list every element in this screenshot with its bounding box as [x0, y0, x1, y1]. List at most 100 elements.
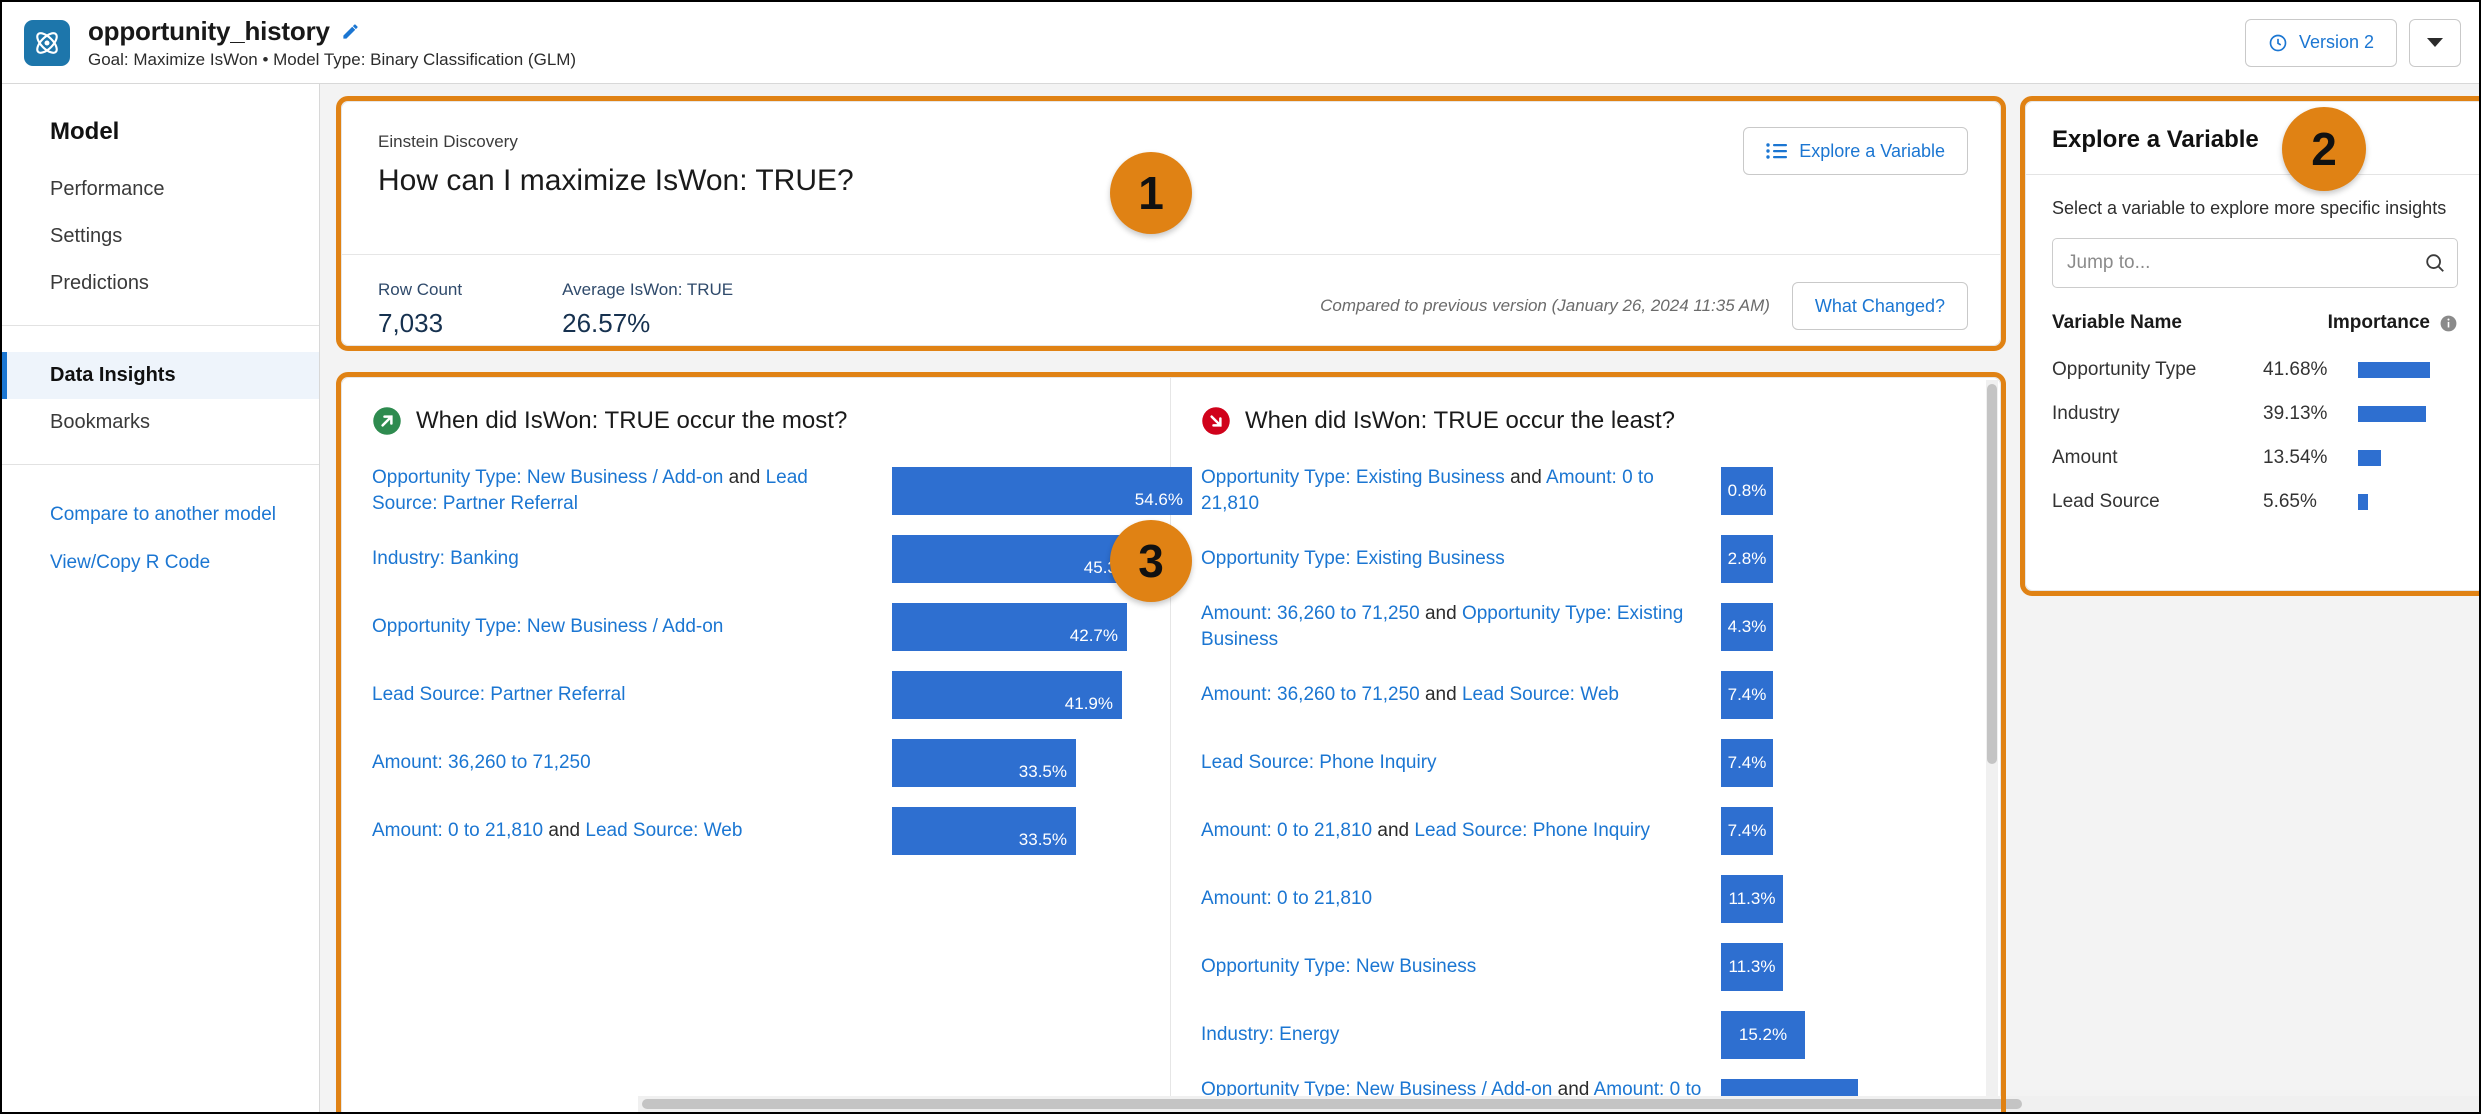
main-content: Einstein Discovery How can I maximize Is… — [320, 84, 2479, 1112]
insight-link[interactable]: Lead Source: Web — [585, 820, 742, 841]
variable-bar-zone — [2358, 450, 2458, 467]
sidebar-item-predictions[interactable]: Predictions — [2, 260, 319, 307]
sidebar-group-insights: Data Insights Bookmarks — [2, 326, 319, 465]
insight-label: Opportunity Type: New Business — [1201, 954, 1721, 980]
insight-conjunction: and — [1419, 683, 1462, 705]
insight-row[interactable]: Opportunity Type: New Business / Add-on 4… — [372, 594, 1140, 660]
search-icon[interactable] — [2424, 252, 2446, 274]
insight-link[interactable]: Amount: 0 to 21,810 — [372, 820, 543, 841]
insight-conjunction: and — [723, 466, 766, 488]
panel-scrollbar[interactable] — [1986, 380, 1998, 1112]
summary-stats: Row Count 7,033 Average IsWon: TRUE 26.5… — [378, 280, 733, 339]
explore-a-variable-button[interactable]: Explore a Variable — [1743, 127, 1968, 175]
sidebar-item-data-insights[interactable]: Data Insights — [2, 352, 319, 399]
insight-row[interactable]: Amount: 0 to 21,810 and Lead Source: Pho… — [1201, 798, 1970, 864]
insight-row[interactable]: Amount: 36,260 to 71,250 and Lead Source… — [1201, 662, 1970, 728]
insight-bar-zone: 11.3% — [1721, 939, 1970, 995]
arrow-up-right-circle-icon — [372, 406, 402, 436]
insight-link[interactable]: Opportunity Type: New Business / Add-on — [372, 616, 723, 637]
explore-variable-region: Explore a Variable Select a variable to … — [2020, 96, 2479, 596]
insight-row[interactable]: Opportunity Type: New Business / Add-on … — [372, 458, 1192, 524]
version-button[interactable]: Version 2 — [2244, 18, 2397, 67]
explore-a-variable-label: Explore a Variable — [1799, 140, 1945, 161]
clock-icon — [2268, 33, 2288, 53]
atom-icon — [24, 19, 70, 66]
sidebar-item-settings[interactable]: Settings — [2, 213, 319, 260]
horizontal-scrollbar-thumb[interactable] — [642, 1099, 2022, 1109]
sidebar-item-performance[interactable]: Performance — [2, 166, 319, 213]
insight-link[interactable]: Lead Source: Phone Inquiry — [1201, 752, 1437, 773]
sidebar-link-view-copy-r-code[interactable]: View/Copy R Code — [2, 539, 319, 587]
search-input[interactable] — [2052, 238, 2458, 289]
insight-row[interactable]: Opportunity Type: Existing Business 2.8% — [1201, 526, 1970, 592]
insight-row[interactable]: Amount: 36,260 to 71,250 and Opportunity… — [1201, 594, 1970, 660]
app-window: opportunity_history Goal: Maximize IsWon… — [0, 0, 2481, 1114]
sidebar-item-bookmarks[interactable]: Bookmarks — [2, 399, 319, 446]
insight-bar: 7.4% — [1721, 671, 1773, 719]
insight-link[interactable]: Lead Source: Web — [1462, 684, 1619, 705]
variable-row[interactable]: Lead Source 5.65% — [2026, 480, 2479, 524]
insight-bar-value: 41.9% — [1064, 694, 1113, 713]
insight-link[interactable]: Opportunity Type: New Business / Add-on — [372, 467, 723, 488]
insight-row[interactable]: Lead Source: Phone Inquiry 7.4% — [1201, 730, 1970, 796]
variable-table-header: Variable Name Importance — [2026, 288, 2479, 348]
variable-row[interactable]: Industry 39.13% — [2026, 392, 2479, 436]
info-icon[interactable] — [2439, 314, 2458, 333]
insight-link[interactable]: Industry: Energy — [1201, 1024, 1339, 1045]
stat-average-iswon: Average IsWon: TRUE 26.57% — [562, 280, 733, 339]
panel-scrollbar-thumb[interactable] — [1987, 384, 1997, 764]
insight-row[interactable]: Amount: 0 to 21,810 and Lead Source: Web… — [372, 798, 1140, 864]
insight-bar-value: 7.4% — [1727, 685, 1767, 704]
chevron-down-icon[interactable] — [2409, 18, 2461, 67]
insight-row[interactable]: Lead Source: Partner Referral 41.9% — [372, 662, 1140, 728]
insight-row[interactable]: Opportunity Type: Existing Business and … — [1201, 458, 1970, 524]
insight-link[interactable]: Lead Source: Phone Inquiry — [1414, 820, 1650, 841]
insight-bar: 45.3% — [892, 535, 1141, 583]
insight-list-most: Opportunity Type: New Business / Add-on … — [372, 458, 1192, 864]
horizontal-scrollbar[interactable] — [638, 1096, 2479, 1112]
insight-row[interactable]: Industry: Banking 45.3% — [372, 526, 1141, 592]
stat-row-count-value: 7,033 — [378, 308, 444, 338]
insight-row[interactable]: Amount: 0 to 21,810 11.3% — [1201, 866, 1970, 932]
insight-link[interactable]: Amount: 0 to 21,810 — [1201, 888, 1372, 909]
insight-bar: 42.7% — [892, 603, 1127, 651]
insight-link[interactable]: Amount: 36,260 to 71,250 — [1201, 603, 1420, 624]
pencil-icon[interactable] — [341, 22, 360, 41]
insight-bar-zone: 54.6% — [892, 463, 1192, 519]
variable-bar — [2358, 450, 2381, 467]
variable-bar-zone — [2358, 406, 2458, 423]
insight-row[interactable]: Industry: Energy 15.2% — [1201, 1002, 1970, 1068]
insight-link[interactable]: Industry: Banking — [372, 548, 519, 569]
panel-occur-least: When did IsWon: TRUE occur the least? Op… — [1171, 378, 2000, 1112]
insight-label: Lead Source: Phone Inquiry — [1201, 750, 1721, 776]
variable-row-importance: 13.54% — [2263, 447, 2328, 469]
insight-bar-zone: 0.8% — [1721, 463, 1970, 519]
insight-link[interactable]: Opportunity Type: Existing Business — [1201, 467, 1505, 488]
panel-most-title: When did IsWon: TRUE occur the most? — [416, 407, 848, 434]
insight-bar: 7.4% — [1721, 739, 1773, 787]
what-changed-button[interactable]: What Changed? — [1791, 282, 1968, 330]
variable-row[interactable]: Amount 13.54% — [2026, 436, 2479, 480]
insight-link[interactable]: Lead Source: Partner Referral — [372, 684, 625, 705]
insight-bar-value: 7.4% — [1727, 753, 1767, 772]
insight-link[interactable]: Opportunity Type: Existing Business — [1201, 548, 1505, 569]
stat-row-count-label: Row Count — [378, 280, 463, 299]
variable-row-name: Opportunity Type — [2052, 359, 2197, 381]
insight-link[interactable]: Opportunity Type: New Business — [1201, 956, 1476, 977]
arrow-down-right-circle-icon — [1201, 406, 1231, 436]
variable-row[interactable]: Opportunity Type 41.68% — [2026, 348, 2479, 392]
insight-bar-zone: 2.8% — [1721, 531, 1970, 587]
insight-link[interactable]: Amount: 36,260 to 71,250 — [1201, 684, 1420, 705]
insight-bar: 15.2% — [1721, 1011, 1805, 1059]
insight-row[interactable]: Amount: 36,260 to 71,250 33.5% — [372, 730, 1140, 796]
insight-link[interactable]: Amount: 0 to 21,810 — [1201, 820, 1372, 841]
variable-row-name: Amount — [2052, 447, 2118, 469]
variable-bar-zone — [2358, 362, 2458, 379]
variable-row-importance: 5.65% — [2263, 491, 2317, 513]
insight-row[interactable]: Opportunity Type: New Business 11.3% — [1201, 934, 1970, 1000]
insight-link[interactable]: Amount: 36,260 to 71,250 — [372, 752, 591, 773]
insight-label: Industry: Banking — [372, 546, 892, 572]
insight-label: Amount: 0 to 21,810 and Lead Source: Web — [372, 818, 892, 844]
model-subtitle: Goal: Maximize IsWon • Model Type: Binar… — [88, 49, 577, 69]
sidebar-link-compare-model[interactable]: Compare to another model — [2, 491, 319, 539]
